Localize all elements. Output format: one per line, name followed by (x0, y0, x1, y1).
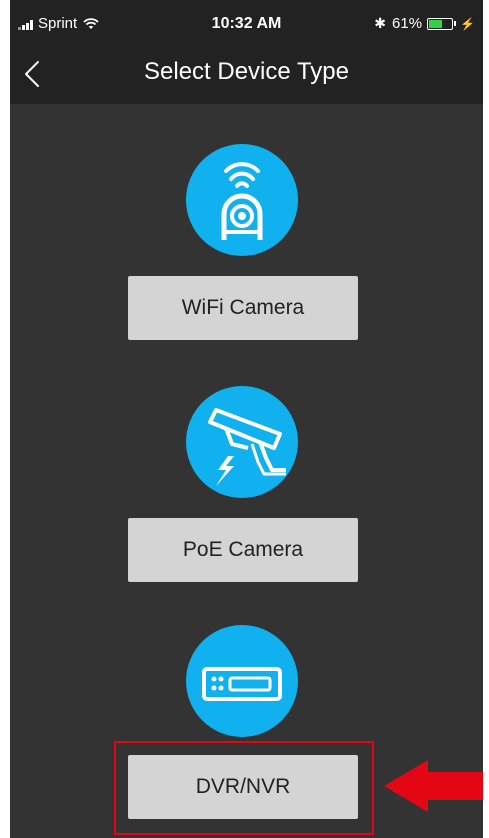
status-bar: Sprint 10:32 AM ✱ 61% ⚡ (10, 0, 483, 44)
battery-icon (427, 17, 454, 30)
battery-percent: 61% (392, 15, 423, 32)
security-camera-icon[interactable] (186, 386, 298, 498)
bluetooth-icon: ✱ (374, 15, 387, 31)
battery-level (429, 19, 443, 28)
phone-screen: Sprint 10:32 AM ✱ 61% ⚡ Select Device Ty… (10, 0, 483, 838)
status-right: ✱ 61% ⚡ (374, 15, 475, 32)
page-title: Select Device Type (144, 58, 349, 85)
navigation-bar: Select Device Type (10, 44, 483, 104)
dvr-nvr-button[interactable]: DVR/NVR (128, 755, 358, 819)
wifi-camera-button[interactable]: WiFi Camera (128, 276, 358, 340)
wifi-camera-icon[interactable] (186, 144, 298, 256)
pointer-arrow-icon (384, 760, 483, 812)
dvr-recorder-icon[interactable] (186, 625, 298, 737)
charging-bolt-icon: ⚡ (460, 16, 475, 31)
poe-camera-button[interactable]: PoE Camera (128, 518, 358, 582)
battery-tip (454, 21, 457, 26)
